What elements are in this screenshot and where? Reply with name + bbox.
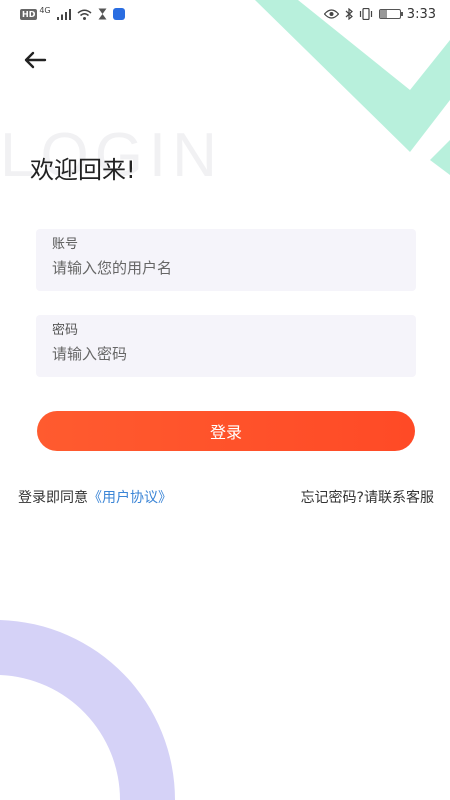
login-button[interactable]: 登录 bbox=[37, 411, 415, 451]
back-button[interactable] bbox=[20, 46, 50, 74]
forgot-password-link[interactable]: 忘记密码?请联系客服 bbox=[301, 487, 434, 507]
account-input[interactable] bbox=[52, 259, 400, 277]
account-field: 账号 bbox=[36, 229, 416, 291]
hourglass-icon bbox=[98, 8, 107, 20]
signal-icon bbox=[56, 8, 71, 20]
password-field: 密码 bbox=[36, 315, 416, 377]
user-agreement-link[interactable]: 《用户协议》 bbox=[88, 490, 172, 506]
status-bar: HD 4G 3:33 bbox=[0, 0, 450, 28]
arrow-left-icon bbox=[24, 51, 47, 69]
bluetooth-icon bbox=[345, 8, 353, 20]
user-agreement-text: 登录即同意《用户协议》 bbox=[18, 487, 172, 507]
password-input[interactable] bbox=[52, 345, 400, 363]
battery-icon bbox=[378, 9, 403, 19]
status-bar-right: 3:33 bbox=[323, 6, 436, 22]
account-label: 账号 bbox=[52, 237, 79, 252]
battery-fill bbox=[379, 10, 387, 18]
status-time: 3:33 bbox=[406, 6, 436, 22]
vibrate-icon bbox=[359, 8, 372, 20]
agreement-prefix: 登录即同意 bbox=[18, 490, 88, 506]
wifi-icon bbox=[77, 9, 92, 20]
status-bar-left: HD 4G bbox=[20, 5, 125, 20]
page-title: 欢迎回来! bbox=[30, 156, 136, 184]
eye-icon bbox=[323, 9, 339, 19]
hd-badge: HD bbox=[20, 8, 38, 20]
network-type: 4G bbox=[39, 5, 51, 15]
decorative-arc-shape bbox=[0, 620, 175, 800]
app-notification-icon bbox=[112, 8, 125, 20]
password-label: 密码 bbox=[52, 323, 79, 338]
